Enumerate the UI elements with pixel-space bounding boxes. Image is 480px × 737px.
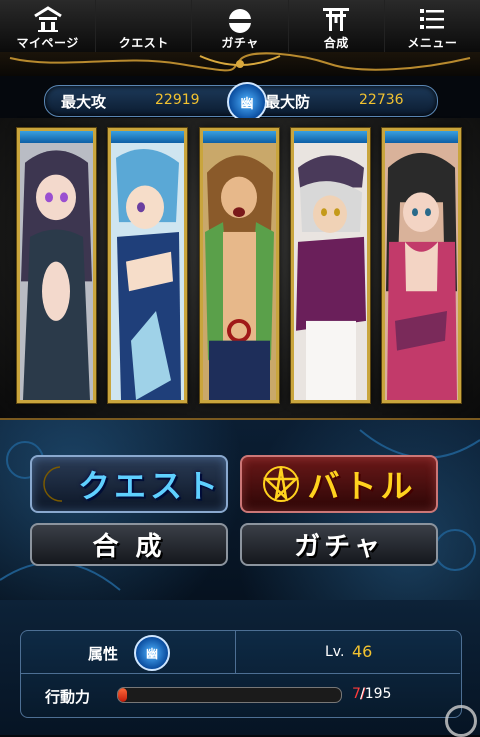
level-label: Lv. [325, 644, 345, 660]
top-nav: マイページ クエスト ガチャ 合成 メニュー [0, 0, 480, 54]
card-art-5 [385, 143, 458, 400]
max-defense-value: 22736 [359, 92, 404, 108]
card-art-2 [111, 143, 184, 400]
deck-card-1[interactable] [17, 128, 96, 403]
action-points-bar [117, 687, 342, 703]
home-icon [33, 6, 62, 32]
quest-button-label: クエスト [77, 467, 222, 505]
attribute-label: 属性 [88, 645, 119, 663]
level-value: 46 [352, 642, 373, 661]
nav-fusion[interactable]: 合成 [289, 0, 385, 52]
status-divider-vertical [235, 630, 236, 673]
fusion-button[interactable]: 合 成 [30, 523, 228, 566]
action-points-label: 行動力 [45, 688, 91, 706]
ornament-band [0, 52, 480, 76]
nav-quest-label: クエスト [118, 36, 169, 50]
attribute-icon: 幽 [134, 635, 170, 671]
gacha-button-label: ガチャ [294, 532, 384, 562]
card-art-1 [20, 143, 93, 400]
emblem-glyph: 幽 [240, 96, 254, 112]
nav-quest[interactable]: クエスト [96, 0, 193, 52]
nav-mypage-label: マイページ [16, 36, 79, 50]
quest-button[interactable]: クエスト [30, 455, 228, 513]
attribute-glyph: 幽 [145, 646, 158, 661]
gacha-button[interactable]: ガチャ [240, 523, 438, 566]
max-stats-bar: 最大攻 22919 幽 最大防 22736 [44, 82, 438, 122]
card-art-4 [294, 143, 367, 400]
action-points-fill [118, 688, 127, 702]
pentagram-star-icon [262, 466, 299, 502]
gacha-ball-icon [228, 9, 252, 33]
deck-card-2[interactable] [108, 128, 187, 403]
max-attack-value: 22919 [155, 92, 200, 108]
max-defense-label: 最大防 [265, 93, 311, 111]
nav-menu[interactable]: メニュー [385, 0, 480, 52]
crescent-moon-icon [43, 466, 63, 502]
nav-mypage[interactable]: マイページ [0, 0, 97, 52]
action-points-max: /195 [360, 686, 392, 702]
fusion-button-label: 合 成 [92, 532, 166, 562]
nav-gacha[interactable]: ガチャ [192, 0, 289, 52]
watermark-logo [445, 705, 477, 737]
deck-card-5[interactable] [382, 128, 461, 403]
nav-menu-label: メニュー [407, 36, 458, 50]
max-attack-label: 最大攻 [61, 93, 107, 111]
menu-icon [420, 9, 445, 29]
attribute-emblem-icon: 幽 [227, 82, 267, 122]
status-divider-horizontal [20, 673, 460, 674]
battle-button-label: バトル [307, 467, 417, 505]
nav-gacha-label: ガチャ [221, 36, 259, 50]
card-art-3 [203, 143, 276, 400]
torii-icon [323, 8, 350, 31]
moon-icon [136, 8, 149, 31]
gold-scroll-ornament [9, 52, 471, 72]
deck-card-4[interactable] [291, 128, 370, 403]
nav-fusion-label: 合成 [323, 36, 349, 50]
deck-card-3[interactable] [200, 128, 279, 403]
battle-button[interactable]: バトル [240, 455, 438, 513]
